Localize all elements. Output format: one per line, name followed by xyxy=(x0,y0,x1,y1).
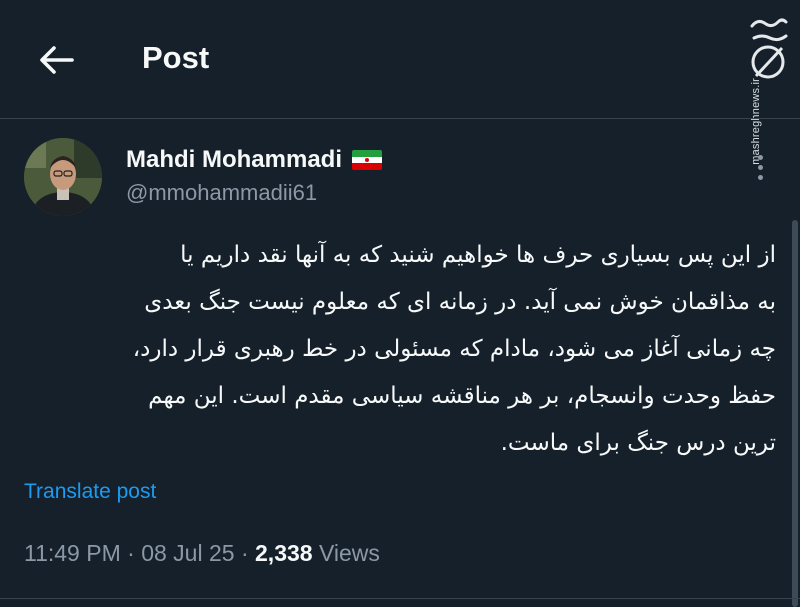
avatar[interactable] xyxy=(24,138,102,216)
tweet-date[interactable]: 08 Jul 25 xyxy=(141,540,234,566)
avatar-image xyxy=(24,138,102,216)
views-count: 2,338 xyxy=(255,540,313,566)
tweet-text: از این پس بسیاری حرف ها خواهیم شنید که ب… xyxy=(24,232,776,467)
bottom-divider xyxy=(0,598,800,599)
author-name[interactable]: Mahdi Mohammadi xyxy=(126,146,342,174)
header-divider xyxy=(0,118,800,119)
back-button[interactable] xyxy=(32,38,80,82)
watermark: mashreghnews.ir xyxy=(742,6,792,165)
meta-separator: · xyxy=(240,540,249,566)
views-label: Views xyxy=(318,540,380,566)
page-title: Post xyxy=(142,40,210,75)
author-handle[interactable]: @mmohammadii61 xyxy=(126,180,317,206)
tweet-line: حفظ وحدت وانسجام، بر هر مناقشه سیاسی مقد… xyxy=(148,383,776,409)
watermark-logo xyxy=(750,18,788,79)
tweet-meta: 11:49 PM · 08 Jul 25 · 2,338 Views xyxy=(24,540,380,567)
tweet-time[interactable]: 11:49 PM xyxy=(24,540,121,566)
meta-separator: · xyxy=(127,540,135,566)
author-row: Mahdi Mohammadi xyxy=(126,146,383,174)
more-vertical-icon-dot xyxy=(757,154,763,160)
more-vertical-icon-dot xyxy=(757,174,763,180)
scrollbar[interactable] xyxy=(792,220,798,607)
tweet-line: ترین درس جنگ برای ماست. xyxy=(500,430,776,456)
arrow-left-icon xyxy=(40,46,74,74)
more-options-button[interactable] xyxy=(745,150,775,184)
more-vertical-icon-dot xyxy=(757,164,763,170)
tweet-line: به مذاقمان خوش نمی آید. در زمانه ای که م… xyxy=(144,289,776,315)
header: Post mashreghnews.ir xyxy=(0,0,800,165)
tweet-line: از این پس بسیاری حرف ها خواهیم شنید که ب… xyxy=(180,242,776,268)
tweet-line: چه زمانی آغاز می شود، مادام که مسئولی در… xyxy=(132,336,776,362)
iran-flag-icon xyxy=(352,150,383,170)
translate-post-link[interactable]: Translate post xyxy=(24,480,156,504)
